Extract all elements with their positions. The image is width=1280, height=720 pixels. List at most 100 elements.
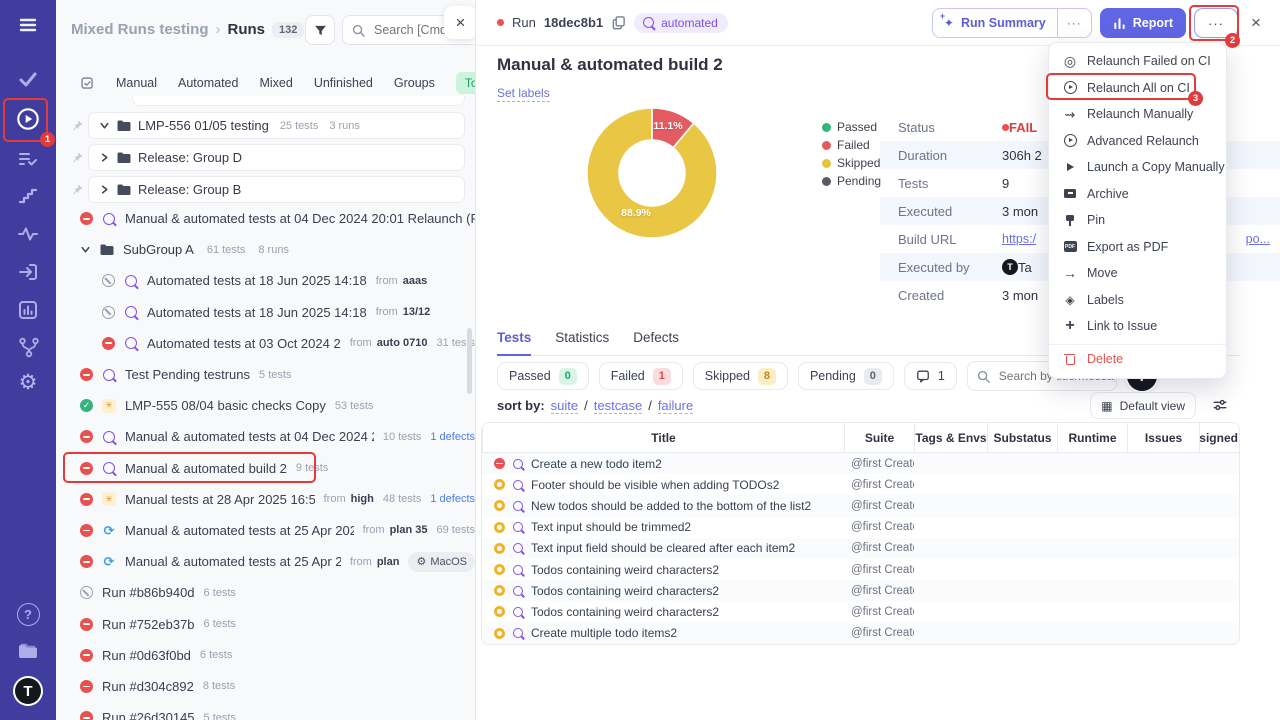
pin-icon[interactable] (71, 151, 84, 164)
status-filter-chip[interactable]: Skipped 8 (692, 362, 788, 390)
detail-tab[interactable]: Statistics (555, 330, 609, 355)
table-row[interactable]: Text input should be trimmed2 @first Cre… (482, 517, 1239, 538)
run-group-row[interactable]: LMP-556 01/05 testing 25 tests 3 runs (56, 112, 465, 139)
table-row[interactable]: Create multiple todo items2 @first Creat… (482, 622, 1239, 644)
chevron-right-icon[interactable] (99, 152, 110, 163)
help-icon[interactable]: ? (0, 603, 56, 626)
breadcrumb-project[interactable]: Mixed Runs testing (71, 21, 209, 38)
run-list-item[interactable]: Manual & automated build 2 9 tests Manua… (56, 453, 475, 484)
run-summary-more-button[interactable]: ··· (1056, 9, 1091, 37)
table-row[interactable]: Todos containing weird characters2 @firs… (482, 580, 1239, 602)
menu-item[interactable]: Relaunch Manually (1049, 101, 1226, 128)
sidebar-item-runs[interactable] (0, 106, 56, 132)
run-list-item[interactable]: Manual & automated tests at 25 Apr 2025 … (56, 515, 475, 546)
automated-badge[interactable]: automated (634, 12, 728, 33)
run-list-item[interactable]: Automated tests at 18 Jun 2025 14:18 Aut… (56, 265, 475, 296)
sort-by-failure[interactable]: failure (657, 398, 694, 414)
column-header[interactable]: Assigned To (1199, 423, 1239, 452)
filter-tab[interactable]: Automated (178, 76, 238, 90)
pin-icon[interactable] (71, 119, 84, 132)
detail-tab[interactable]: Tests (497, 330, 532, 356)
column-header[interactable]: Runtime (1057, 423, 1127, 452)
detail-value-link-end[interactable]: po... (1246, 232, 1270, 246)
table-row[interactable]: Create a new todo item2 @first Create ..… (482, 453, 1239, 475)
chevron-down-icon[interactable] (80, 244, 91, 255)
today-chip[interactable]: To (455, 72, 475, 94)
filter-tab[interactable]: Unfinished (314, 76, 373, 90)
sidebar-item-import[interactable] (0, 261, 56, 283)
run-list-item[interactable]: Automated tests at 18 Jun 2025 14:18 Aut… (56, 297, 475, 328)
menu-item[interactable]: Archive (1049, 181, 1226, 208)
status-filter-chip[interactable]: Passed 0 (497, 362, 589, 390)
run-list-item[interactable]: LMP-555 08/04 basic checks Copy 53 tests… (56, 390, 475, 421)
select-all-icon[interactable] (80, 76, 95, 91)
menu-item[interactable]: Export as PDF (1049, 234, 1226, 261)
run-list-item[interactable]: Test Pending testruns 5 tests Test Pendi… (56, 359, 475, 390)
table-row[interactable]: Todos containing weird characters2 @firs… (482, 601, 1239, 622)
column-header[interactable]: Tags & Envs (914, 423, 987, 452)
table-row[interactable]: Text input field should be cleared after… (482, 537, 1239, 559)
run-list-item[interactable]: Run #752eb37b 6 tests Run #752eb37b from… (56, 608, 475, 639)
table-row[interactable]: Todos containing weird characters2 @firs… (482, 559, 1239, 580)
sidebar-item-analytics[interactable] (0, 299, 56, 321)
projects-folder-icon[interactable] (0, 640, 56, 662)
copy-icon[interactable] (611, 15, 626, 31)
sidebar-item-branches[interactable] (0, 336, 56, 358)
panel-close-button[interactable]: × (444, 6, 475, 39)
run-list-item[interactable]: Run #b86b940d 6 tests Run #b86b940d from… (56, 577, 475, 608)
sort-by-suite[interactable]: suite (550, 398, 579, 414)
sort-by-testcase[interactable]: testcase (593, 398, 643, 414)
pin-icon[interactable] (71, 183, 84, 196)
filter-tab[interactable]: Mixed (259, 76, 292, 90)
column-header[interactable]: Suite (844, 423, 914, 452)
settings-gear-icon[interactable]: ⚙ (0, 372, 56, 394)
sidebar-item-milestones[interactable] (0, 184, 56, 206)
run-list-item[interactable]: Manual & automated tests at 04 Dec 2024 … (56, 421, 475, 452)
set-labels-link[interactable]: Set labels (497, 86, 550, 102)
status-filter-chip[interactable]: Failed 1 (598, 362, 683, 390)
chevron-right-icon[interactable] (99, 184, 110, 195)
run-list-item[interactable]: Manual tests at 28 Apr 2025 16:50 48 tes… (56, 484, 475, 515)
comments-filter-chip[interactable]: 1 (903, 362, 957, 390)
run-list-item[interactable]: SubGroup A 61 tests 8 runs SubGroup A fr… (56, 234, 475, 265)
run-group-row[interactable]: Release: Group D (56, 144, 465, 171)
table-row[interactable]: Footer should be visible when adding TOD… (482, 474, 1239, 495)
menu-item[interactable]: Pin (1049, 207, 1226, 234)
table-row[interactable]: New todos should be added to the bottom … (482, 495, 1239, 517)
run-summary-button[interactable]: ✦Run Summary (933, 9, 1057, 37)
run-list-item[interactable]: Automated tests at 03 Oct 2024 20:25 31 … (56, 328, 475, 359)
run-group-row[interactable]: Release: Group B (56, 176, 465, 203)
menu-item[interactable]: Advanced Relaunch (1049, 128, 1226, 155)
menu-item[interactable]: Labels (1049, 287, 1226, 314)
sidebar-item-testplans[interactable] (0, 148, 56, 170)
filter-tab[interactable]: Manual (116, 76, 157, 90)
menu-item[interactable]: Launch a Copy Manually (1049, 154, 1226, 181)
status-filter-chip[interactable]: Pending 0 (797, 362, 894, 390)
default-view-button[interactable]: ▦ Default view (1090, 392, 1196, 419)
user-avatar[interactable]: T (0, 676, 56, 706)
menu-icon[interactable] (0, 14, 56, 36)
run-defects-count[interactable]: 1 defects (430, 431, 475, 443)
scrollbar-thumb[interactable] (467, 328, 472, 394)
sidebar-item-pulse[interactable] (0, 223, 56, 245)
close-icon[interactable]: × (1246, 13, 1266, 33)
menu-item[interactable]: Move (1049, 260, 1226, 287)
menu-item[interactable]: Link to Issue (1049, 313, 1226, 340)
column-settings-icon[interactable] (1212, 397, 1228, 413)
column-header[interactable]: Issues (1127, 423, 1199, 452)
run-list-item[interactable]: Run #26d30145 5 tests Run #26d30145 from… (56, 702, 475, 720)
run-list-item[interactable]: Manual & automated tests at 04 Dec 2024 … (56, 203, 475, 234)
sidebar-item-results[interactable] (0, 68, 56, 90)
filter-button[interactable] (305, 15, 335, 45)
column-header[interactable]: Title (482, 423, 844, 452)
filter-tab[interactable]: Groups (394, 76, 435, 90)
report-button[interactable]: Report (1099, 8, 1186, 38)
run-defects-count[interactable]: 1 defects (430, 493, 475, 505)
menu-item[interactable]: Relaunch Failed on CI (1049, 48, 1226, 75)
column-header[interactable]: Substatus (987, 423, 1057, 452)
run-list-item[interactable]: Run #d304c892 8 tests Run #d304c892 from… (56, 671, 475, 702)
chevron-down-icon[interactable] (99, 120, 110, 131)
menu-item[interactable]: Delete (1049, 343, 1226, 373)
detail-tab[interactable]: Defects (633, 330, 679, 355)
run-list-item[interactable]: Manual & automated tests at 25 Apr 2025 … (56, 546, 475, 577)
